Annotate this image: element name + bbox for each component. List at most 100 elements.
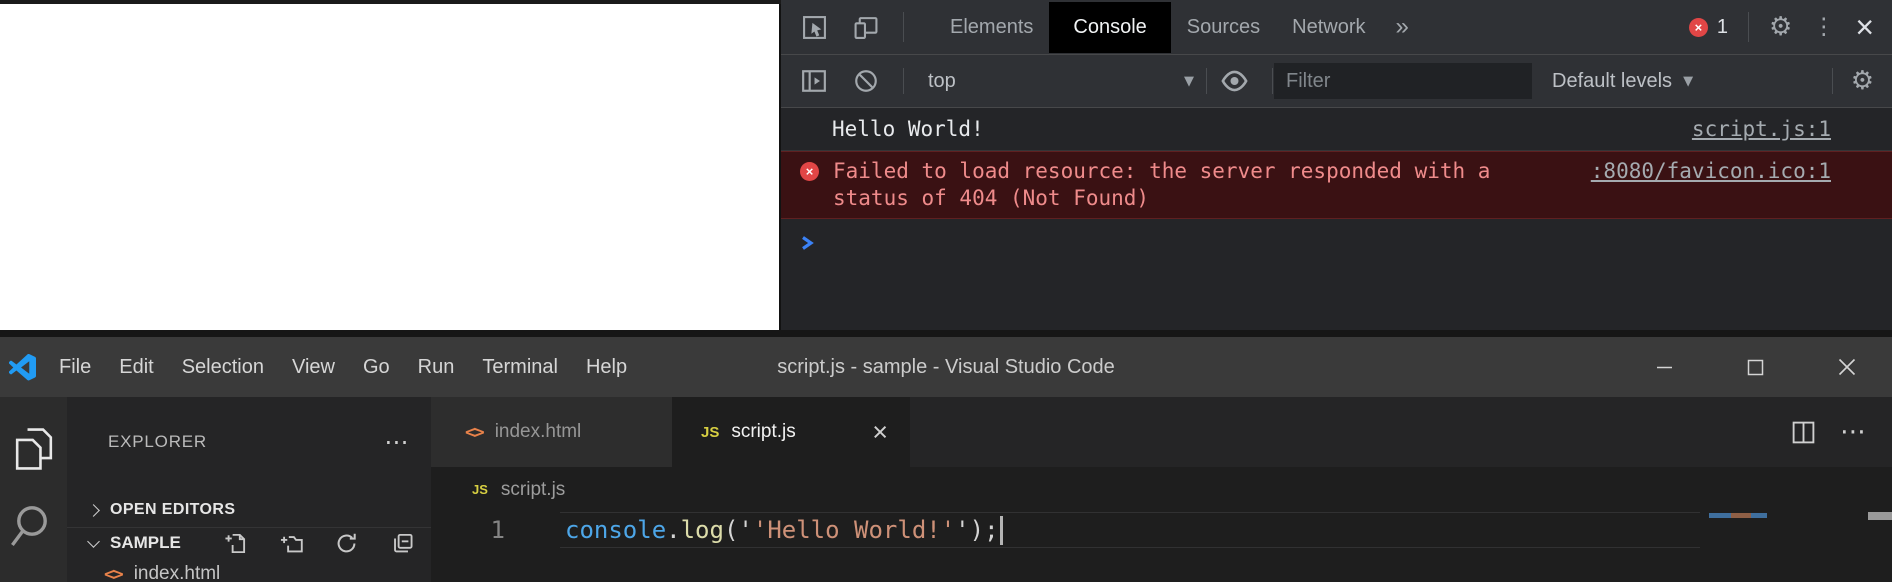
maximize-button[interactable] <box>1710 337 1801 397</box>
explorer-title: EXPLORER <box>108 432 207 452</box>
vscode-main: EXPLORER ⋯ OPEN EDITORS SAMPLE <box>0 397 1892 582</box>
filter-input[interactable] <box>1286 70 1516 93</box>
refresh-icon[interactable] <box>335 532 358 555</box>
activity-bar <box>0 397 67 582</box>
divider <box>903 12 904 42</box>
file-item-label: index.html <box>134 563 221 582</box>
devtools-tabs: Elements Console Sources Network » <box>934 0 1409 54</box>
tab-console[interactable]: Console <box>1049 2 1170 53</box>
new-folder-icon[interactable] <box>279 532 303 555</box>
tab-elements[interactable]: Elements <box>934 0 1049 55</box>
tab-label: script.js <box>731 421 795 443</box>
folder-label: SAMPLE <box>110 533 181 553</box>
error-icon: × <box>800 162 819 181</box>
menu-view[interactable]: View <box>278 356 349 379</box>
divider <box>1748 12 1749 42</box>
error-count: 1 <box>1717 16 1728 39</box>
console-filter-box[interactable] <box>1274 63 1532 99</box>
console-error-text: Failed to load resource: the server resp… <box>833 158 1490 212</box>
chevron-right-icon <box>87 504 100 517</box>
divider <box>1832 68 1833 94</box>
open-editors-label: OPEN EDITORS <box>110 501 235 519</box>
live-expression-eye-icon[interactable] <box>1219 68 1250 94</box>
explorer-more-actions-icon[interactable]: ⋯ <box>384 428 409 456</box>
browser-top-edge <box>0 0 781 4</box>
log-levels-label: Default levels <box>1552 70 1672 93</box>
explorer-toolbar <box>224 532 431 555</box>
chevron-down-icon <box>87 535 100 548</box>
menu-help[interactable]: Help <box>572 356 641 379</box>
editor-more-actions-icon[interactable]: ⋯ <box>1840 417 1866 447</box>
tab-sources[interactable]: Sources <box>1171 0 1276 55</box>
js-file-icon: JS <box>701 424 719 441</box>
folder-section-sample[interactable]: SAMPLE <box>67 527 431 558</box>
menu-edit[interactable]: Edit <box>105 356 167 379</box>
console-settings-gear-icon[interactable]: ⚙ <box>1851 68 1874 94</box>
source-link[interactable]: script.js:1 <box>1692 117 1831 141</box>
html-file-icon: <> <box>465 422 483 443</box>
clear-console-icon[interactable] <box>853 68 879 94</box>
open-editors-section[interactable]: OPEN EDITORS <box>67 493 431 527</box>
frame-context-select[interactable]: top ▼ <box>928 70 1194 93</box>
tab-script-js[interactable]: JS script.js × <box>673 397 910 467</box>
devtools-tabbar-right: × 1 ⚙ ⋮ × <box>1689 11 1892 43</box>
code-token-method: log <box>681 516 724 544</box>
code-token-paren-close: '); <box>955 516 998 544</box>
console-prompt[interactable] <box>781 219 1892 252</box>
menu-bar: File Edit Selection View Go Run Terminal… <box>45 356 641 379</box>
explorer-files-icon[interactable] <box>13 427 55 471</box>
line-number: 1 <box>431 512 560 548</box>
file-item-index-html[interactable]: <> index.html <box>67 558 431 582</box>
source-link[interactable]: :8080/favicon.ico:1 <box>1591 158 1831 185</box>
devtools-panel: Elements Console Sources Network » × 1 ⚙… <box>779 0 1892 337</box>
menu-file[interactable]: File <box>45 356 105 379</box>
code-area[interactable]: 1 console.log(''Hello World!''); <box>431 512 1892 582</box>
vscode-logo-icon <box>9 354 36 381</box>
scrollbar-thumb[interactable] <box>1868 512 1892 520</box>
menu-selection[interactable]: Selection <box>168 356 278 379</box>
devtools-close-icon[interactable]: × <box>1855 11 1874 43</box>
vscode-window: File Edit Selection View Go Run Terminal… <box>0 330 1892 582</box>
prompt-chevron-icon <box>800 234 815 252</box>
inspect-element-icon[interactable] <box>802 15 827 40</box>
menu-run[interactable]: Run <box>404 356 469 379</box>
code-token-paren-open: (' <box>724 516 753 544</box>
device-toolbar-icon[interactable] <box>853 15 879 40</box>
code-token-object: console <box>565 516 666 544</box>
tab-close-icon[interactable]: × <box>872 419 910 446</box>
search-icon[interactable] <box>10 501 58 549</box>
code-token-dot: . <box>666 516 680 544</box>
minimap[interactable] <box>1709 513 1767 518</box>
chevron-down-icon: ▼ <box>1683 74 1693 89</box>
breadcrumb[interactable]: JS script.js <box>431 467 1892 512</box>
editor-group: <> index.html JS script.js × <box>431 397 1892 582</box>
menu-terminal[interactable]: Terminal <box>468 356 572 379</box>
more-tabs-icon[interactable]: » <box>1396 13 1409 41</box>
console-messages: Hello World! script.js:1 × Failed to loa… <box>781 108 1892 252</box>
console-sidebar-icon[interactable] <box>800 68 828 94</box>
kebab-menu-icon[interactable]: ⋮ <box>1812 14 1835 40</box>
split-editor-icon[interactable] <box>1791 420 1816 445</box>
html-file-icon: <> <box>104 564 122 582</box>
editor-actions: ⋯ <box>1791 397 1892 467</box>
code-line[interactable]: console.log(''Hello World!''); <box>560 512 1700 548</box>
collapse-all-icon[interactable] <box>390 532 413 555</box>
tab-network[interactable]: Network <box>1276 0 1381 55</box>
error-count-badge-icon[interactable]: × <box>1689 18 1708 37</box>
frame-context-label: top <box>928 70 956 93</box>
explorer-sidebar: EXPLORER ⋯ OPEN EDITORS SAMPLE <box>67 397 431 582</box>
explorer-header: EXPLORER ⋯ <box>67 427 431 457</box>
close-button[interactable] <box>1801 337 1892 397</box>
chevron-down-icon: ▼ <box>1184 74 1194 89</box>
editor-tabs: <> index.html JS script.js × <box>431 397 1892 467</box>
new-file-icon[interactable] <box>224 532 247 555</box>
menu-go[interactable]: Go <box>349 356 404 379</box>
tab-index-html[interactable]: <> index.html <box>431 397 673 467</box>
settings-gear-icon[interactable]: ⚙ <box>1769 14 1792 40</box>
log-levels-select[interactable]: Default levels ▼ <box>1552 70 1693 93</box>
divider <box>1272 68 1273 94</box>
minimize-button[interactable] <box>1619 337 1710 397</box>
console-log-row: Hello World! script.js:1 <box>781 108 1892 151</box>
devtools-tabbar: Elements Console Sources Network » × 1 ⚙… <box>781 0 1892 55</box>
tab-label: index.html <box>495 421 582 443</box>
